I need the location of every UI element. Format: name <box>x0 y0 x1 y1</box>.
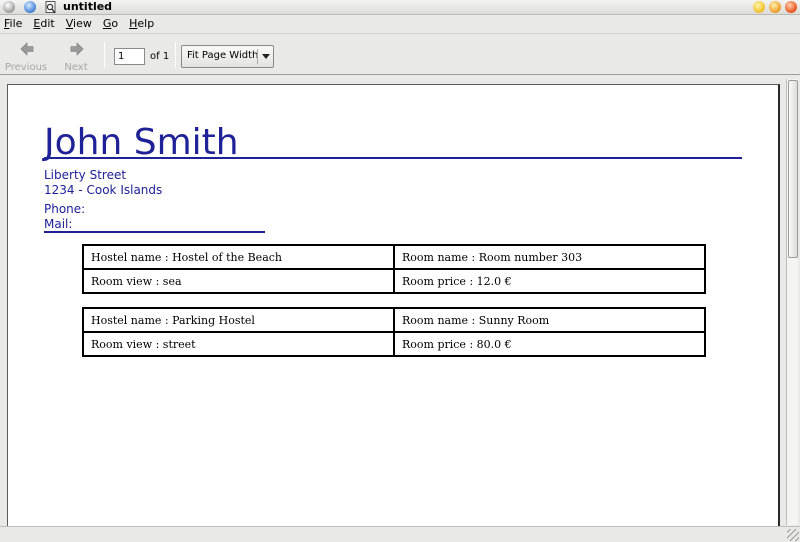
chevron-down-icon <box>262 54 270 59</box>
zoom-divider <box>257 49 258 64</box>
menu-edit[interactable]: Edit <box>33 16 54 32</box>
toolbar-separator <box>104 42 105 68</box>
hostel-name-cell: Hostel name : Parking Hostel <box>82 307 395 333</box>
street-line: Liberty Street <box>44 168 127 182</box>
previous-label: Previous <box>4 62 48 73</box>
menu-bar: File Edit View Go Help <box>0 15 800 33</box>
room-view-cell: Room view : sea <box>82 268 395 294</box>
booking-table: Hostel name : Hostel of the Beach Room n… <box>82 244 706 294</box>
name-underline <box>44 157 742 159</box>
status-bar <box>0 526 800 542</box>
room-name-cell: Room name : Room number 303 <box>393 244 706 270</box>
mail-line: Mail: <box>44 217 73 231</box>
minimize-icon[interactable] <box>753 1 765 13</box>
arrow-left-icon <box>20 42 34 56</box>
toolbar-separator <box>175 42 176 68</box>
menu-file[interactable]: File <box>4 16 22 32</box>
shade-window-icon[interactable] <box>24 1 36 13</box>
table-row: Hostel name : Hostel of the Beach Room n… <box>82 244 706 270</box>
room-price-cell: Room price : 80.0 € <box>393 331 706 357</box>
menu-go[interactable]: Go <box>103 16 118 32</box>
arrow-right-icon <box>70 42 84 56</box>
hostel-name-cell: Hostel name : Hostel of the Beach <box>82 244 395 270</box>
resize-grip-icon[interactable] <box>787 529 799 541</box>
document-viewer-icon <box>45 1 57 14</box>
document-page: John Smith Liberty Street 1234 - Cook Is… <box>7 84 780 529</box>
city-line: 1234 - Cook Islands <box>44 183 163 197</box>
menu-help[interactable]: Help <box>129 16 154 32</box>
room-name-cell: Room name : Sunny Room <box>393 307 706 333</box>
title-bar: untitled <box>0 0 800 15</box>
previous-button[interactable]: Previous <box>2 40 50 73</box>
page-count-label: of 1 <box>150 51 170 62</box>
scrollbar-thumb[interactable] <box>788 80 798 258</box>
booking-table: Hostel name : Parking Hostel Room name :… <box>82 307 706 357</box>
maximize-icon[interactable] <box>769 1 781 13</box>
table-row: Room view : sea Room price : 12.0 € <box>82 268 706 294</box>
document-view[interactable]: John Smith Liberty Street 1234 - Cook Is… <box>0 74 800 529</box>
close-icon[interactable] <box>785 1 797 13</box>
window-menu-icon[interactable] <box>3 1 15 13</box>
page-number-input[interactable]: 1 <box>114 48 145 65</box>
next-label: Next <box>64 62 88 73</box>
zoom-select[interactable]: Fit Page Width <box>181 45 274 68</box>
window-title: untitled <box>63 0 113 13</box>
next-button[interactable]: Next <box>52 40 100 73</box>
room-price-cell: Room price : 12.0 € <box>393 268 706 294</box>
mail-underline <box>44 231 265 233</box>
menu-view[interactable]: View <box>66 16 92 32</box>
table-row: Room view : street Room price : 80.0 € <box>82 331 706 357</box>
zoom-value: Fit Page Width <box>187 50 259 61</box>
phone-line: Phone: <box>44 202 86 216</box>
room-view-cell: Room view : street <box>82 331 395 357</box>
toolbar: Previous Next 1 of 1 Fit Page Width <box>0 33 800 74</box>
table-row: Hostel name : Parking Hostel Room name :… <box>82 307 706 333</box>
vertical-scrollbar[interactable] <box>786 79 798 525</box>
